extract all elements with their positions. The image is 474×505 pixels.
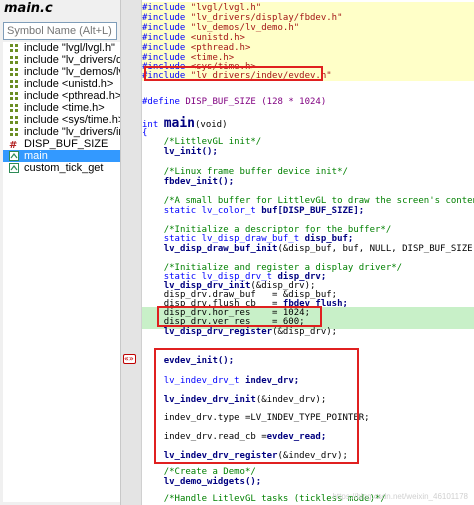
code-line: static lv_color_t buf[DISP_BUF_SIZE]; (163, 206, 365, 216)
symbol-label: include <pthread.h> (24, 90, 121, 102)
symbol-list: include "lvgl/lvgl.h" include "lv_drivers… (3, 42, 121, 502)
evdev-include-annotation (144, 66, 323, 81)
symbol-item[interactable]: include <sys/time.h> (3, 114, 121, 126)
function-icon (9, 163, 19, 173)
symbol-label: include "lvgl/lvgl.h" (24, 42, 115, 54)
breakpoint-marker-icon[interactable]: «» (123, 354, 136, 364)
symbol-item[interactable]: include "lv_demos/lv_d (3, 66, 120, 78)
watermark: https://blog.csdn.net/weixin_46101178 (332, 492, 468, 501)
symbol-search-input[interactable] (3, 22, 117, 40)
include-icon (9, 67, 19, 77)
code-line: lv_demo_widgets(); (163, 477, 262, 487)
indev-block-annotation (154, 348, 359, 464)
editor-gutter: «» (121, 0, 142, 505)
symbol-label: include "lv_demos/lv_d (24, 66, 120, 78)
include-icon (9, 127, 19, 137)
symbol-label: main (24, 150, 48, 162)
symbol-sidebar: main.c include "lvgl/lvgl.h"include "lv_… (0, 0, 121, 505)
symbol-item[interactable]: include "lvgl/lvgl.h" (3, 42, 120, 54)
symbol-label: custom_tick_get (24, 162, 104, 174)
symbol-label: DISP_BUF_SIZE (24, 138, 109, 150)
svg-text:#: # (9, 140, 17, 149)
file-title: main.c (4, 1, 53, 16)
code-line: #define DISP_BUF_SIZE (128 * 1024) (142, 97, 327, 107)
symbol-label: include "lv_drivers/ind (24, 126, 121, 138)
symbol-label: include <time.h> (24, 102, 105, 114)
code-line: fbdev_init(); (163, 177, 235, 187)
include-icon (9, 43, 19, 53)
symbol-item[interactable]: main (3, 150, 120, 162)
marker-glyph: «» (124, 354, 134, 363)
include-icon (9, 55, 19, 65)
symbol-label: include "lv_drivers/dis (24, 54, 121, 66)
code-line: lv_disp_drv_register(&disp_drv); (163, 327, 338, 337)
code-editor[interactable]: #include "lvgl/lvgl.h" #include "lv_driv… (142, 0, 474, 505)
define-icon: # (9, 139, 19, 150)
symbol-item[interactable]: include "lv_drivers/ind (3, 126, 121, 138)
resolution-annotation (157, 306, 322, 327)
function-icon (9, 151, 19, 161)
include-icon (9, 115, 19, 125)
symbol-item[interactable]: include "lv_drivers/dis (3, 54, 121, 66)
symbol-item[interactable]: include <time.h> (3, 102, 120, 114)
symbol-item[interactable]: include <pthread.h> (3, 90, 121, 102)
code-line: lv_disp_draw_buf_init(&disp_buf, buf, NU… (163, 244, 474, 254)
symbol-item[interactable]: # DISP_BUF_SIZE (3, 138, 120, 150)
include-icon (9, 79, 19, 89)
include-icon (9, 103, 19, 113)
symbol-label: include <sys/time.h> (24, 114, 121, 126)
include-icon (9, 91, 19, 101)
symbol-item[interactable]: custom_tick_get (3, 162, 120, 174)
symbol-label: include <unistd.h> (24, 78, 114, 90)
symbol-item[interactable]: include <unistd.h> (3, 78, 120, 90)
code-line: lv_init(); (163, 147, 218, 157)
